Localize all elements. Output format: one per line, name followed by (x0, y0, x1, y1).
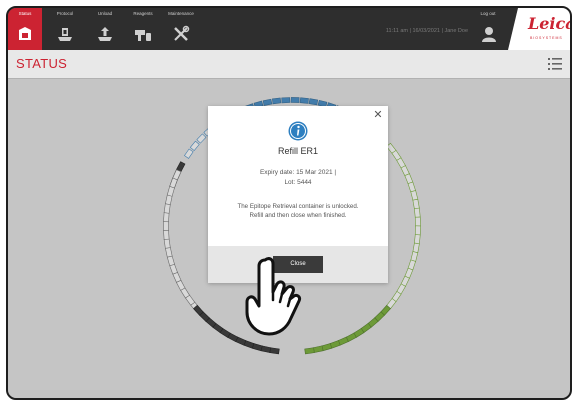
pointing-hand-icon (245, 257, 301, 336)
expiry-date: Expiry date: 15 Mar 2021 | (259, 169, 337, 176)
dialog-close-x-icon[interactable]: ✕ (372, 109, 384, 121)
instrument-screen: Status Protocol Unload Reagents Maintena… (6, 6, 572, 400)
lot-number: Lot: 5444 (284, 179, 312, 186)
info-icon (288, 121, 308, 141)
dialog-title: Refill ER1 (277, 146, 318, 156)
dialog-message: The Epitope Retrieval container is unloc… (237, 203, 359, 219)
